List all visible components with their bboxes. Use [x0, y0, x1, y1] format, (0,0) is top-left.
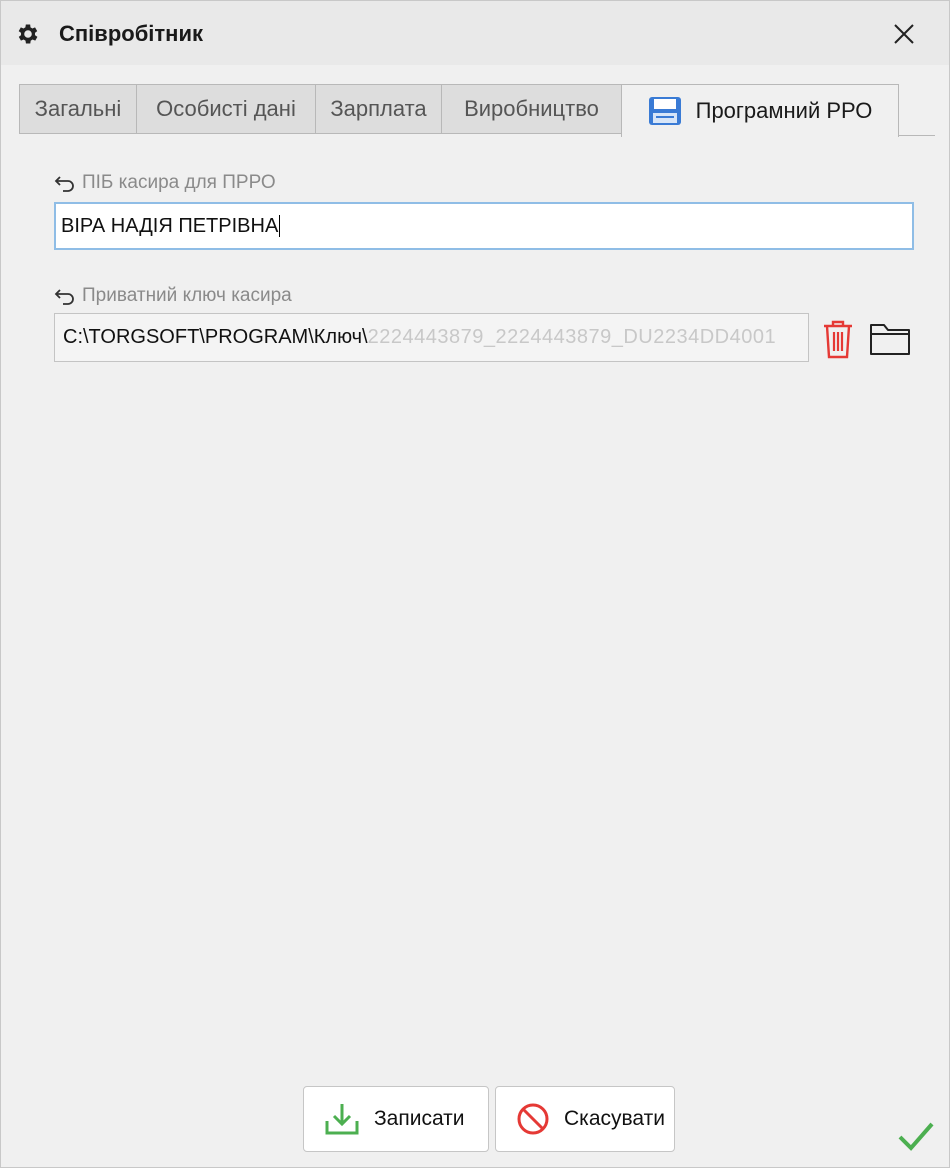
- undo-icon[interactable]: [54, 287, 76, 305]
- pib-value: ВІРА НАДІЯ ПЕТРІВНА: [61, 215, 279, 237]
- close-icon[interactable]: [889, 19, 919, 49]
- key-label: Приватний ключ касира: [54, 285, 292, 307]
- download-icon: [325, 1104, 359, 1135]
- tab-general[interactable]: Загальні: [19, 84, 137, 134]
- cancel-button-label: Скасувати: [564, 1107, 665, 1130]
- undo-icon[interactable]: [54, 174, 76, 192]
- private-key-path-input[interactable]: C:\TORGSOFT\PROGRAM\Ключ\2224443879_2224…: [54, 313, 809, 362]
- tab-software-rro[interactable]: Програмний РРО: [621, 84, 899, 137]
- tab-label: Особисті дані: [156, 96, 296, 121]
- pib-label: ПІБ касира для ПРРО: [54, 172, 276, 194]
- checkmark-icon: [898, 1122, 934, 1151]
- tab-label: Зарплата: [330, 96, 427, 121]
- gear-icon: [18, 24, 38, 44]
- tab-label: Програмний РРО: [695, 98, 873, 123]
- tab-salary[interactable]: Зарплата: [315, 84, 442, 134]
- pib-input[interactable]: ВІРА НАДІЯ ПЕТРІВНА: [54, 202, 914, 250]
- key-path-value: C:\TORGSOFT\PROGRAM\Ключ\: [63, 326, 368, 348]
- key-path-obscured: 2224443879_2224443879_DU2234DD4001: [367, 326, 777, 348]
- floppy-disk-icon: [648, 97, 681, 125]
- dialog-title: Співробітник: [59, 21, 203, 46]
- tab-label: Загальні: [34, 96, 122, 121]
- tab-divider: [899, 135, 935, 136]
- title-bar: Співробітник: [1, 1, 949, 65]
- tab-label: Виробництво: [464, 96, 599, 121]
- trash-icon[interactable]: [821, 318, 855, 360]
- tab-production[interactable]: Виробництво: [441, 84, 622, 134]
- key-label-text: Приватний ключ касира: [82, 285, 292, 306]
- cancel-button[interactable]: Скасувати: [495, 1086, 675, 1152]
- tab-personal-data[interactable]: Особисті дані: [136, 84, 316, 134]
- pib-label-text: ПІБ касира для ПРРО: [82, 172, 276, 193]
- cancel-icon: [517, 1103, 549, 1135]
- save-button-label: Записати: [374, 1107, 465, 1130]
- folder-icon[interactable]: [869, 321, 911, 357]
- save-button[interactable]: Записати: [303, 1086, 489, 1152]
- employee-dialog: Співробітник Загальні Особисті дані Зарп…: [0, 0, 950, 1168]
